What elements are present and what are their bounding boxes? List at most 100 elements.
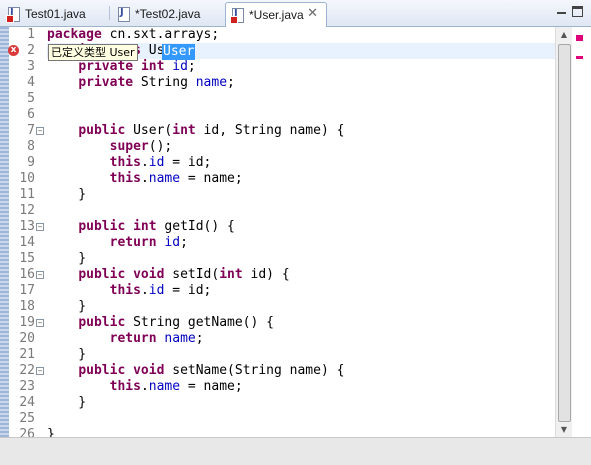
line-number: 4 (27, 75, 35, 90)
scroll-up-icon[interactable]: ▲ (556, 27, 572, 42)
code-line: this.id = id; (47, 283, 212, 299)
code-token: User( (125, 123, 173, 138)
keyword-token: public (78, 123, 126, 138)
code-line: private int id; (47, 59, 196, 75)
code-token: String getName() { (125, 315, 274, 330)
keyword-token: int (219, 267, 243, 282)
line-number: 6 (27, 107, 35, 122)
code-line: return name; (47, 331, 204, 347)
keyword-token: public (78, 219, 126, 234)
keyword-token: super (109, 139, 149, 154)
line-number: 23 (19, 379, 35, 394)
keyword-token: this (109, 171, 141, 186)
code-line: } (47, 347, 86, 363)
code-line: this.id = id; (47, 155, 212, 171)
keyword-token: void (133, 363, 165, 378)
field-token: name (195, 75, 228, 90)
code-line: public User(int id, String name) { (47, 123, 344, 139)
fold-toggle-icon[interactable]: − (36, 271, 44, 279)
code-line: package cn.sxt.arrays; (47, 27, 219, 43)
keyword-token: private (78, 59, 134, 74)
code-token: (); (148, 139, 173, 154)
line-number: 20 (19, 331, 35, 346)
code-token: } (47, 187, 87, 202)
code-token: setId( (164, 267, 220, 282)
code-token: } (47, 299, 87, 314)
close-tab-icon[interactable]: ✕ (307, 6, 318, 21)
code-token: id) { (242, 267, 290, 282)
tab-label: *User.java (249, 8, 304, 22)
java-file-icon: J (6, 6, 20, 23)
error-marker-icon[interactable] (576, 35, 583, 41)
scroll-down-icon[interactable]: ▼ (556, 422, 572, 437)
code-token: } (47, 427, 55, 437)
tab-test02[interactable]: J *Test02.java (112, 2, 222, 25)
line-number: 12 (19, 203, 35, 218)
fold-toggle-icon[interactable]: − (36, 319, 44, 327)
keyword-token: int (133, 219, 157, 234)
occurrence-marker[interactable] (576, 56, 583, 59)
overview-ruler (572, 27, 591, 437)
line-number: 21 (19, 347, 35, 362)
editor-tab-bar: J Test01.java J *Test02.java J *User.jav… (0, 0, 591, 27)
code-token: setName(String name) { (164, 363, 345, 378)
line-number: 18 (19, 299, 35, 314)
code-token: ; (187, 59, 196, 74)
code-editor[interactable]: package cn.sxt.arrays;public class User … (47, 27, 555, 437)
line-number: 16 (19, 267, 35, 282)
code-token: id, String name) { (195, 123, 345, 138)
code-line: private String name; (47, 75, 235, 91)
line-number: 7 (27, 123, 35, 138)
error-icon[interactable]: x (8, 45, 19, 56)
line-number: 8 (27, 139, 35, 154)
keyword-token: return (109, 331, 157, 346)
field-token: id (148, 283, 165, 298)
code-token: = name; (180, 171, 243, 186)
code-line: } (47, 427, 55, 437)
line-number: 5 (27, 91, 35, 106)
line-number: 15 (19, 251, 35, 266)
minimize-icon[interactable] (556, 6, 567, 17)
line-number: 19 (19, 315, 35, 330)
keyword-token: int (172, 123, 196, 138)
tab-test01[interactable]: J Test01.java (2, 2, 106, 25)
keyword-token: public (78, 315, 126, 330)
field-token: name (164, 331, 196, 346)
code-line: this.name = name; (47, 171, 243, 187)
fold-toggle-icon[interactable]: − (36, 367, 44, 375)
code-line: } (47, 395, 86, 411)
line-number: 24 (19, 395, 35, 410)
field-token: name (148, 171, 181, 186)
line-number: 14 (19, 235, 35, 250)
quick-diff-bar (0, 27, 9, 437)
code-token: getId() { (156, 219, 235, 234)
line-number: 11 (19, 187, 35, 202)
line-number: 10 (19, 171, 35, 186)
line-number: 22 (19, 363, 35, 378)
scrollbar-thumb[interactable] (558, 44, 571, 422)
hover-tooltip: 已定义类型 User (48, 44, 138, 61)
code-token: } (47, 347, 87, 362)
code-line: return id; (47, 235, 188, 251)
tab-user[interactable]: J *User.java ✕ (225, 2, 327, 27)
keyword-token: package (47, 27, 102, 42)
code-token: = name; (180, 379, 243, 394)
code-line: public String getName() { (47, 315, 274, 331)
maximize-icon[interactable] (572, 6, 583, 17)
code-token: . (140, 155, 149, 170)
fold-toggle-icon[interactable]: − (36, 223, 44, 231)
fold-toggle-icon[interactable]: − (36, 127, 44, 135)
code-line: public void setName(String name) { (47, 363, 344, 379)
line-number: 3 (27, 59, 35, 74)
vertical-scrollbar[interactable]: ▲ ▼ (555, 27, 572, 437)
